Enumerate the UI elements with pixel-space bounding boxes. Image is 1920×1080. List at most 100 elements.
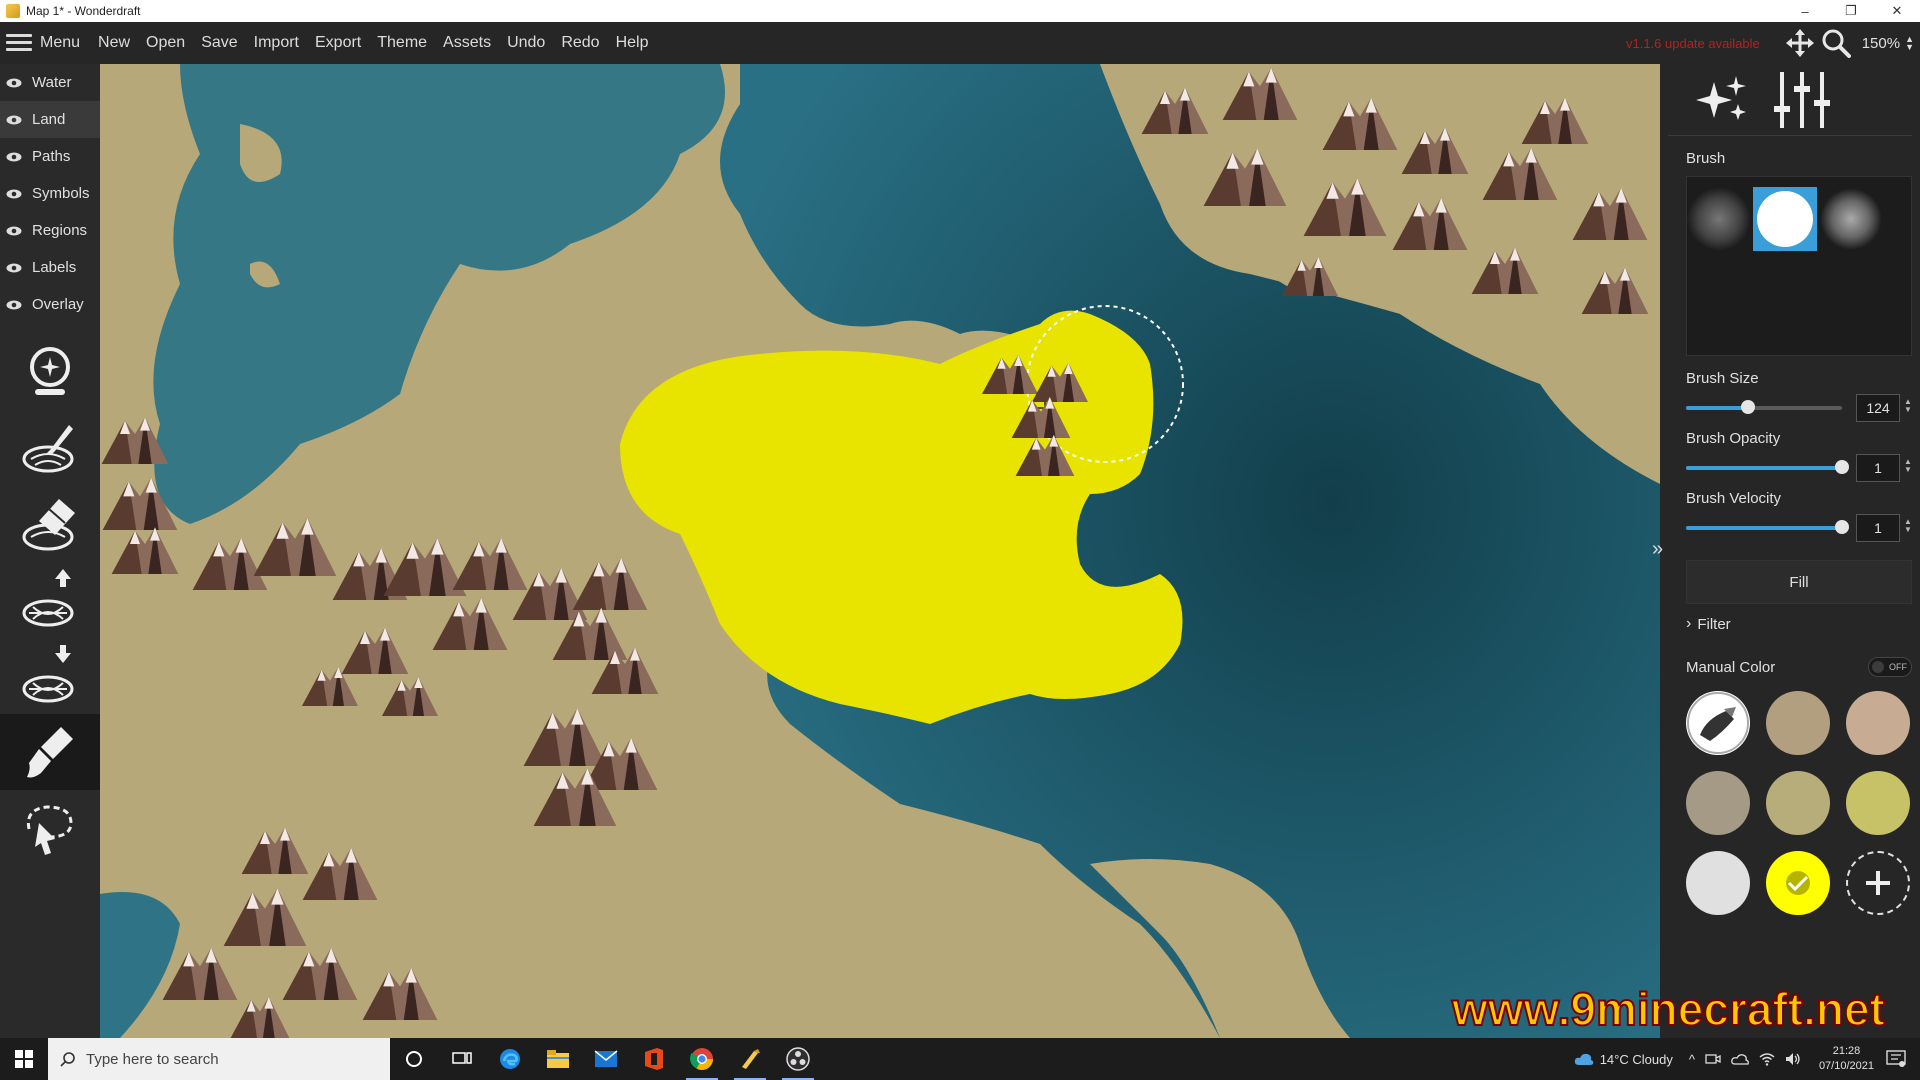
wifi-icon[interactable] [1759, 1052, 1775, 1066]
brush-velocity-spinner[interactable]: ▲ ▼ [1904, 518, 1912, 534]
brush-textured-option[interactable] [1819, 187, 1883, 251]
clock-date: 07/10/2021 [1818, 1060, 1874, 1072]
minimize-button[interactable]: – [1782, 0, 1828, 22]
layer-label: Land [32, 111, 66, 128]
visibility-eye-icon[interactable] [6, 189, 22, 199]
menu-new[interactable]: New [90, 22, 138, 64]
brush-velocity-slider[interactable] [1686, 520, 1849, 534]
map-canvas[interactable] [100, 64, 1660, 1038]
weather-text[interactable]: 14°C Cloudy [1600, 1052, 1673, 1067]
brush-size-slider[interactable] [1686, 400, 1842, 414]
start-button[interactable] [0, 1038, 48, 1080]
slider-thumb[interactable] [1835, 460, 1849, 474]
visibility-eye-icon[interactable] [6, 152, 22, 162]
menu-help[interactable]: Help [608, 22, 657, 64]
menu-assets[interactable]: Assets [435, 22, 499, 64]
menu-import[interactable]: Import [246, 22, 307, 64]
brush-opacity-label: Brush Opacity [1686, 430, 1781, 447]
add-color-button[interactable] [1846, 851, 1910, 915]
swatch-color[interactable] [1686, 771, 1750, 835]
zoom-spinner-icon[interactable]: ▲ ▼ [1905, 35, 1914, 52]
swatch-custom-picker[interactable] [1686, 691, 1750, 755]
layer-overlay[interactable]: Overlay [0, 286, 100, 323]
plus-icon [1866, 871, 1890, 895]
manual-color-toggle[interactable]: OFF [1868, 657, 1912, 677]
chrome-icon[interactable] [678, 1038, 726, 1080]
raise-terrain-tool[interactable] [0, 562, 100, 638]
volume-icon[interactable] [1785, 1052, 1801, 1066]
windows-taskbar: Type here to search 14°C Cloudy ^ 21:28 … [0, 1038, 1920, 1080]
landmass-generator-tool[interactable] [0, 334, 100, 410]
file-explorer-icon[interactable] [534, 1038, 582, 1080]
properties-panel: » Brush Brush Size 124 ▲ ▼ Brush Opacity … [1652, 64, 1920, 1038]
layer-land[interactable]: Land [0, 101, 100, 138]
system-tray: 14°C Cloudy ^ 21:28 07/10/2021 [1574, 1038, 1920, 1080]
zoom-magnifier-icon[interactable] [1818, 22, 1854, 64]
close-button[interactable]: ✕ [1874, 0, 1920, 22]
slider-thumb[interactable] [1835, 520, 1849, 534]
layer-symbols[interactable]: Symbols [0, 175, 100, 212]
wonderdraft-taskbar-icon[interactable] [726, 1038, 774, 1080]
menu-theme[interactable]: Theme [369, 22, 435, 64]
filter-expander[interactable]: › Filter [1686, 615, 1731, 633]
lower-terrain-tool[interactable] [0, 638, 100, 714]
menu-undo[interactable]: Undo [499, 22, 553, 64]
taskbar-search-box[interactable]: Type here to search [48, 1038, 390, 1080]
brush-soft-option[interactable] [1687, 187, 1751, 251]
layer-labels[interactable]: Labels [0, 249, 100, 286]
slider-thumb[interactable] [1741, 400, 1756, 414]
edge-browser-icon[interactable] [486, 1038, 534, 1080]
land-brush-tool[interactable] [0, 410, 100, 486]
swatch-selected-color[interactable] [1766, 851, 1830, 915]
visibility-eye-icon[interactable] [6, 263, 22, 273]
chevron-up-icon[interactable]: ^ [1689, 1052, 1695, 1067]
brush-velocity-input[interactable]: 1 [1856, 514, 1900, 542]
notifications-icon[interactable] [1886, 1050, 1906, 1068]
color-brush-tool[interactable] [0, 714, 100, 790]
manual-color-label: Manual Color [1686, 658, 1776, 676]
layer-regions[interactable]: Regions [0, 212, 100, 249]
zoom-level-control[interactable]: 150% ▲ ▼ [1862, 35, 1914, 52]
menu-save[interactable]: Save [193, 22, 245, 64]
visibility-eye-icon[interactable] [6, 300, 22, 310]
menu-export[interactable]: Export [307, 22, 369, 64]
brush-size-spinner[interactable]: ▲ ▼ [1904, 398, 1912, 414]
mail-icon[interactable] [582, 1038, 630, 1080]
swatch-color[interactable] [1846, 691, 1910, 755]
panel-collapse-icon[interactable]: » [1652, 538, 1663, 561]
visibility-eye-icon[interactable] [6, 226, 22, 236]
brush-size-input[interactable]: 124 [1856, 394, 1900, 422]
brush-hard-option[interactable] [1753, 187, 1817, 251]
window-title: Map 1* - Wonderdraft [26, 4, 141, 18]
swatch-color[interactable] [1766, 691, 1830, 755]
menu-open[interactable]: Open [138, 22, 193, 64]
sparkles-icon[interactable] [1694, 74, 1750, 126]
swatch-color[interactable] [1686, 851, 1750, 915]
swatch-color[interactable] [1766, 771, 1830, 835]
visibility-eye-icon[interactable] [6, 115, 22, 125]
brush-opacity-spinner[interactable]: ▲ ▼ [1904, 458, 1912, 474]
brush-opacity-slider[interactable] [1686, 460, 1849, 474]
meet-now-icon[interactable] [1705, 1052, 1721, 1066]
lasso-select-tool[interactable] [0, 790, 100, 866]
layer-paths[interactable]: Paths [0, 138, 100, 175]
update-available-link[interactable]: v1.1.6 update available [1626, 36, 1760, 51]
pan-move-icon[interactable] [1782, 22, 1818, 64]
visibility-eye-icon[interactable] [6, 78, 22, 88]
brush-opacity-input[interactable]: 1 [1856, 454, 1900, 482]
layer-water[interactable]: Water [0, 64, 100, 101]
restore-button[interactable]: ❐ [1828, 0, 1874, 22]
onedrive-icon[interactable] [1731, 1052, 1749, 1066]
brush-on-land-icon [22, 425, 74, 473]
eraser-tool[interactable] [0, 486, 100, 562]
menu-redo[interactable]: Redo [553, 22, 607, 64]
task-view-icon[interactable] [438, 1038, 486, 1080]
taskbar-clock[interactable]: 21:28 07/10/2021 [1819, 1044, 1874, 1074]
swatch-color[interactable] [1846, 771, 1910, 835]
obs-studio-icon[interactable] [774, 1038, 822, 1080]
cortana-icon[interactable] [390, 1038, 438, 1080]
sliders-icon[interactable] [1772, 71, 1834, 128]
fill-button[interactable]: Fill [1686, 560, 1912, 604]
menu-toggle-button[interactable]: Menu [0, 22, 90, 64]
office-icon[interactable] [630, 1038, 678, 1080]
